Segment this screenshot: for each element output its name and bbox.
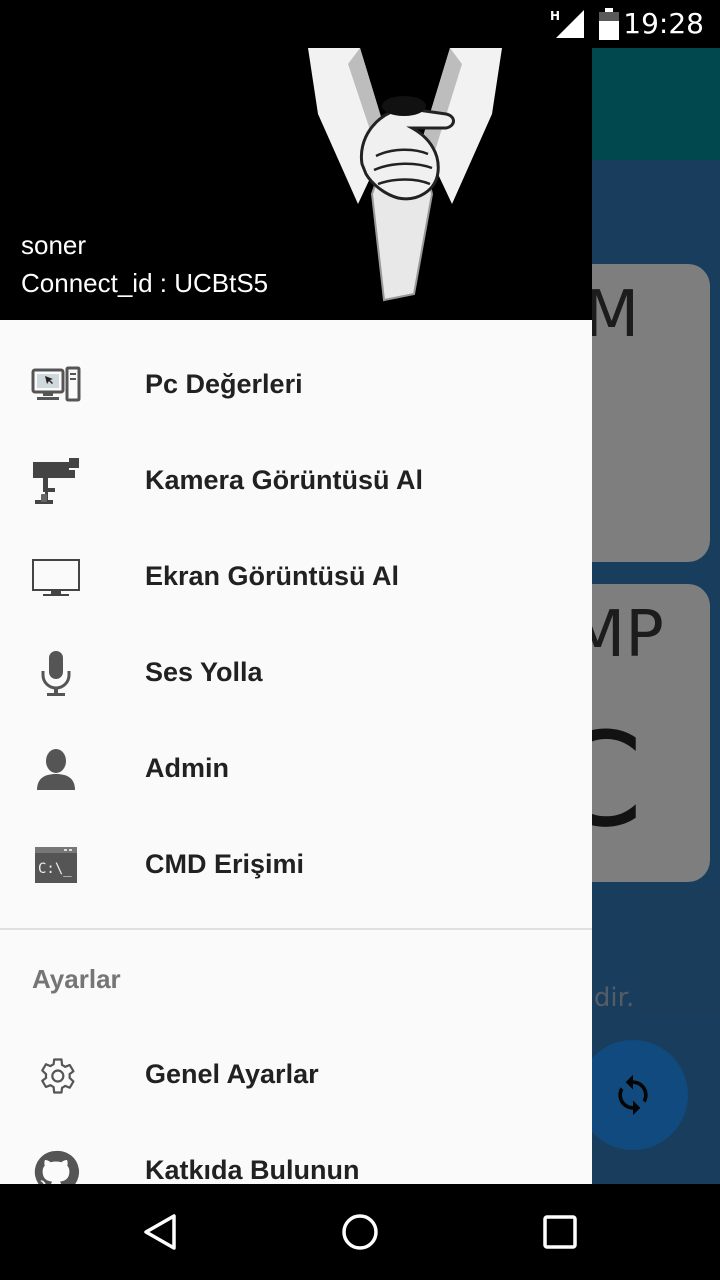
- drawer-divider: [0, 928, 592, 930]
- security-camera-icon: [30, 458, 82, 506]
- menu-item-admin[interactable]: Admin: [0, 722, 592, 818]
- drawer-connect-id: Connect_id : UCBtS5: [21, 268, 269, 298]
- menu-item-label: Genel Ayarlar: [145, 1059, 319, 1089]
- menu-item-pc-degerleri[interactable]: Pc Değerleri: [0, 338, 592, 434]
- menu-item-ses-yolla[interactable]: Ses Yolla: [0, 626, 592, 722]
- home-icon: [342, 1214, 378, 1250]
- recents-icon: [543, 1215, 577, 1249]
- menu-item-label: Pc Değerleri: [145, 369, 303, 399]
- battery-icon: [599, 8, 619, 40]
- menu-item-label: Kamera Görüntüsü Al: [145, 465, 424, 495]
- terminal-icon: C:\_: [30, 842, 82, 890]
- monitor-icon: [30, 554, 82, 602]
- drawer-user-name: soner: [21, 230, 87, 260]
- menu-item-cmd[interactable]: C:\_ CMD Erişimi: [0, 818, 592, 914]
- drawer-menu-list: Pc Değerleri Kamera Görüntüsü Al Ekran G…: [0, 338, 592, 914]
- signal-icon: H: [550, 9, 584, 38]
- menu-item-label: Ekran Görüntüsü Al: [145, 561, 400, 591]
- status-bar: H 19:28: [0, 0, 720, 48]
- recents-button[interactable]: [536, 1208, 584, 1256]
- computer-icon: [30, 362, 82, 410]
- gear-icon: [30, 1052, 82, 1100]
- status-time: 19:28: [623, 7, 704, 40]
- navigation-bar: [0, 1184, 720, 1280]
- svg-text:H: H: [550, 9, 560, 23]
- menu-item-label: Katkıda Bulunun: [145, 1155, 360, 1184]
- menu-item-kamera[interactable]: Kamera Görüntüsü Al: [0, 434, 592, 530]
- drawer-header: soner Connect_id : UCBtS5: [0, 0, 592, 320]
- svg-text:C:\_: C:\_: [38, 861, 72, 877]
- menu-item-label: Ses Yolla: [145, 657, 263, 687]
- back-button[interactable]: [136, 1208, 184, 1256]
- home-button[interactable]: [336, 1208, 384, 1256]
- menu-item-katkida-bulunun[interactable]: Katkıda Bulunun: [0, 1124, 592, 1184]
- microphone-icon: [30, 650, 82, 698]
- drawer-settings-list: Genel Ayarlar Katkıda Bulunun: [0, 1028, 592, 1184]
- navigation-drawer: soner Connect_id : UCBtS5 Pc Değerleri K…: [0, 0, 592, 1184]
- section-title-ayarlar: Ayarlar: [32, 964, 121, 994]
- anonymous-hand-tie-icon: [308, 48, 502, 302]
- menu-item-genel-ayarlar[interactable]: Genel Ayarlar: [0, 1028, 592, 1124]
- user-icon: [30, 746, 82, 794]
- menu-item-label: CMD Erişimi: [145, 849, 305, 879]
- github-icon: [30, 1148, 82, 1184]
- menu-item-ekran[interactable]: Ekran Görüntüsü Al: [0, 530, 592, 626]
- back-icon: [144, 1214, 176, 1250]
- menu-item-label: Admin: [145, 753, 229, 783]
